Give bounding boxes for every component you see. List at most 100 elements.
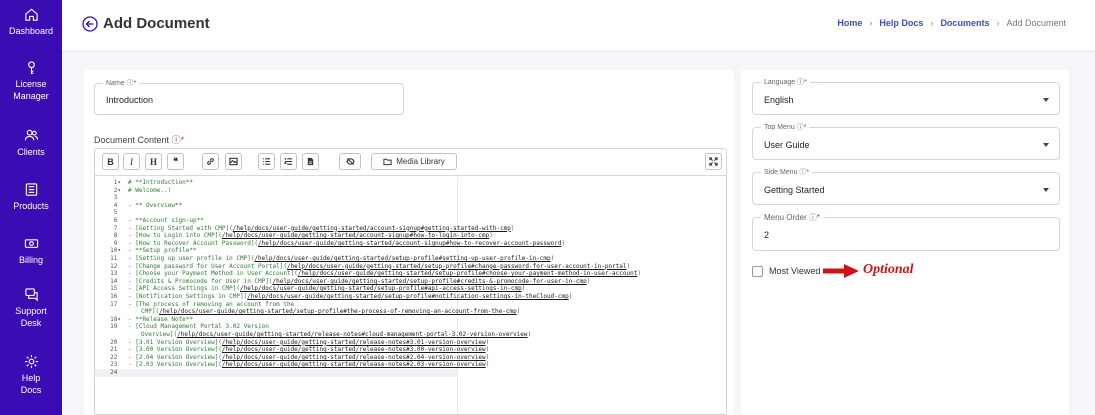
sidebar-item-label: License Manager — [13, 79, 49, 101]
side-menu-select[interactable]: Side Menu ⓘ* Getting Started — [752, 168, 1060, 205]
breadcrumb-home[interactable]: Home — [837, 18, 862, 28]
bold-button[interactable]: B — [102, 153, 119, 170]
document-content-label: Document Content ⓘ* — [94, 135, 185, 145]
sidebar-item-label: Billing — [18, 255, 43, 265]
folder-icon — [383, 158, 392, 166]
language-select[interactable]: Language ⓘ* English — [752, 78, 1060, 115]
info-icon: ⓘ — [808, 213, 817, 222]
language-value: English — [764, 95, 794, 105]
line-text: - [Getting Started with CMP](/help/docs/… — [128, 224, 515, 232]
chat-icon — [24, 288, 38, 302]
line-text: - [Change password for User Account Port… — [128, 262, 631, 270]
numbered-list-icon — [284, 157, 293, 165]
italic-button[interactable]: I — [123, 153, 140, 170]
quote-button[interactable]: ❝ — [167, 153, 184, 170]
sidebar-item-label: Dashboard — [8, 26, 54, 36]
chevron-right-icon: › — [996, 18, 1000, 28]
line-number: 1▾ — [113, 179, 121, 186]
back-arrow-icon[interactable] — [82, 16, 98, 32]
caret-down-icon — [1043, 143, 1049, 147]
page-title: Add Document — [103, 15, 210, 32]
top-menu-select[interactable]: Top Menu ⓘ* User Guide — [752, 123, 1060, 160]
line-text: - **Release Note** — [128, 315, 194, 323]
breadcrumb-current: Add Document — [1006, 18, 1066, 28]
fullscreen-button[interactable] — [705, 153, 722, 170]
line-url: /help/docs/user-guide/getting-started/re… — [221, 361, 486, 369]
line-url: /help/docs/user-guide/getting-started/re… — [221, 338, 486, 346]
unordered-list-button[interactable] — [258, 153, 275, 170]
heading-button[interactable]: H — [145, 153, 162, 170]
line-text: # **Introduction** — [128, 179, 194, 186]
image-button[interactable] — [225, 153, 242, 170]
line-url: /help/docs/user-guide/getting-started/se… — [297, 270, 638, 278]
media-library-button[interactable]: Media Library — [371, 153, 457, 170]
line-text: CMP](/help/docs/user-guide/getting-start… — [141, 308, 521, 316]
language-label: Language — [764, 79, 796, 86]
line-url: /help/docs/user-guide/getting-started/ac… — [258, 239, 562, 247]
optional-annotation: Optional — [863, 262, 914, 277]
line-url: /help/docs/user-guide/getting-started/ac… — [221, 232, 490, 240]
sidebar-item-billing[interactable]: Billing — [0, 236, 62, 266]
caret-down-icon — [1043, 98, 1049, 102]
line-number: 23 — [110, 361, 121, 369]
line-number: 22 — [110, 353, 121, 361]
name-field[interactable]: Name ⓘ* Introduction — [94, 79, 404, 115]
sidebar-item-support-desk[interactable]: Support Desk — [0, 287, 62, 329]
name-field-label: Name — [106, 80, 125, 87]
breadcrumb: Home › Help Docs › Documents › Add Docum… — [837, 18, 1066, 28]
line-number: 17 — [110, 300, 121, 308]
line-number: 8 — [113, 232, 121, 240]
table-button[interactable] — [302, 153, 319, 170]
line-url: /help/docs/user-guide/getting-started/ac… — [232, 224, 511, 232]
toggle-preview-button[interactable] — [339, 153, 361, 170]
expand-icon — [709, 157, 718, 166]
sidebar-item-dashboard[interactable]: Dashboard — [0, 7, 62, 37]
line-url: /help/docs/user-guide/getting-started/se… — [286, 262, 627, 270]
line-number: 13 — [110, 270, 121, 278]
line-number: 14 — [110, 277, 121, 285]
line-url: /help/docs/user-guide/getting-started/re… — [221, 353, 486, 361]
line-text: - [3.00 Version Overview](/help/docs/use… — [128, 346, 490, 354]
line-number: 5 — [113, 209, 121, 217]
link-button[interactable] — [202, 153, 219, 170]
line-number: 7 — [113, 224, 121, 232]
line-text: - [Cloud Management Portal 3.02 Version — [128, 323, 269, 331]
line-text: - [Notification Settings in CMP](/help/d… — [128, 293, 573, 300]
key-icon — [27, 61, 35, 75]
line-text: - ** Overview** — [128, 201, 183, 209]
line-url: /help/docs/user-guide/getting-started/re… — [221, 346, 486, 354]
list-icon — [262, 158, 271, 165]
sidebar-item-license-manager[interactable]: License Manager — [0, 60, 62, 102]
line-number: 6 — [113, 217, 121, 224]
gear-icon — [24, 354, 38, 369]
line-number: 20 — [110, 338, 121, 346]
link-icon — [207, 158, 214, 165]
line-number: 9 — [113, 239, 121, 247]
sidebar-item-products[interactable]: Products — [0, 182, 62, 212]
sidebar-item-clients[interactable]: Clients — [0, 128, 62, 158]
sidebar-item-help-docs[interactable]: Help Docs — [0, 354, 62, 396]
line-text: - [The process of removing an account fr… — [128, 300, 295, 308]
most-viewed-checkbox[interactable] — [752, 266, 763, 277]
info-icon: ⓘ — [126, 80, 134, 87]
side-menu-value: Getting Started — [764, 185, 825, 195]
line-number: 15 — [110, 285, 121, 293]
breadcrumb-help-docs[interactable]: Help Docs — [879, 18, 923, 28]
image-icon — [229, 157, 238, 166]
line-number: 10▾ — [110, 247, 121, 255]
line-number: 12 — [110, 262, 121, 270]
menu-order-field[interactable]: Menu Order ⓘ* 2 — [752, 213, 1060, 251]
editor-line[interactable]: 24 — [95, 369, 457, 377]
line-text: # Welcome..! — [128, 186, 172, 194]
markdown-editor[interactable]: B I H ❝ Media Library 1▾ # **Introduction… — [94, 148, 727, 415]
chevron-right-icon: › — [930, 18, 934, 28]
code-area[interactable]: 1▾ # **Introduction** 2▾ # Welcome..! 3 4 - … — [95, 177, 726, 414]
ordered-list-button[interactable] — [280, 153, 297, 170]
line-text: - [How to Recover Account Password](/hel… — [128, 239, 566, 247]
info-icon: ⓘ — [796, 124, 804, 131]
breadcrumb-documents[interactable]: Documents — [940, 18, 989, 28]
top-menu-value: User Guide — [764, 140, 810, 150]
line-url: /help/docs/user-guide/getting-started/se… — [254, 255, 551, 262]
caret-down-icon — [1043, 188, 1049, 192]
line-url: /help/docs/user-guide/getting-started/se… — [247, 293, 569, 300]
